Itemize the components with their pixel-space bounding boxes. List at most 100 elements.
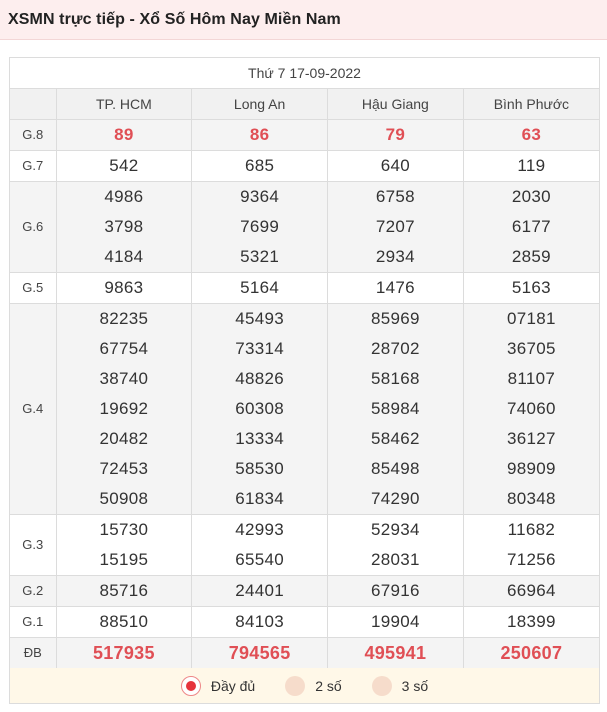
page-header: XSMN trực tiếp - Xổ Số Hôm Nay Miền Nam	[0, 0, 607, 40]
prize-number: 72453	[99, 458, 149, 478]
prize-cell: 79	[327, 119, 464, 151]
prize-cell: 18399	[463, 606, 599, 638]
province-header: Bình Phước	[463, 89, 599, 120]
prize-number: 07181	[506, 308, 556, 328]
prize-label: G.7	[10, 150, 57, 182]
prize-number: 15195	[99, 549, 149, 569]
prize-cell: 495941	[327, 637, 464, 669]
prize-number: 36127	[506, 428, 556, 448]
page-title: XSMN trực tiếp - Xổ Số Hôm Nay Miền Nam	[8, 10, 341, 28]
prize-number: 7699	[240, 216, 280, 236]
prize-number: 794565	[228, 642, 291, 663]
prize-cell: 9863	[56, 272, 193, 304]
prize-cell: 66964	[463, 575, 599, 607]
prize-cell: 07181 36705 81107 74060 36127 98909 80348	[463, 303, 599, 515]
prize-cell: 84103	[191, 606, 328, 638]
prize-cell: 11682 71256	[463, 514, 599, 576]
prize-number: 19692	[99, 398, 149, 418]
prize-number: 63	[521, 124, 542, 144]
prize-number: 5164	[240, 277, 280, 297]
prize-cell: 9364 7699 5321	[191, 181, 328, 273]
radio-icon[interactable]	[285, 675, 306, 696]
prize-number: 36705	[506, 338, 556, 358]
radio-icon[interactable]	[371, 675, 392, 696]
prize-cell: 24401	[191, 575, 328, 607]
prize-cell: 42993 65540	[191, 514, 328, 576]
prize-number: 74290	[370, 488, 420, 508]
prize-number: 5163	[511, 277, 551, 297]
results-table-container: Thứ 7 17-09-2022 TP. HCM Long An Hậu Gia…	[9, 57, 600, 669]
prize-cell: 119	[463, 150, 599, 182]
prize-row: G.8 89 86 79 63	[10, 119, 599, 151]
prize-number: 517935	[92, 642, 155, 663]
prize-cell: 5164	[191, 272, 328, 304]
prize-row: G.7 542 685 640 119	[10, 150, 599, 182]
prize-number: 119	[517, 155, 546, 175]
prize-cell: 85969 28702 58168 58984 58462 85498 74290	[327, 303, 464, 515]
prize-row: G.1 88510 84103 19904 18399	[10, 606, 599, 638]
prize-cell: 15730 15195	[56, 514, 193, 576]
prize-number: 640	[380, 155, 410, 175]
prize-number: 38740	[99, 368, 149, 388]
prize-number: 74060	[506, 398, 556, 418]
option-label: Đầy đủ	[210, 677, 256, 694]
prize-number: 98909	[506, 458, 556, 478]
prize-number: 85969	[370, 308, 420, 328]
prize-number: 3798	[104, 216, 144, 236]
prize-cell: 5163	[463, 272, 599, 304]
prize-cell: 45493 73314 48826 60308 13334 58530 61834	[191, 303, 328, 515]
prize-cell: 542	[56, 150, 193, 182]
prize-cell: 52934 28031	[327, 514, 464, 576]
prize-number: 2859	[511, 246, 551, 266]
prize-number: 85498	[370, 458, 420, 478]
prize-label: G.1	[10, 606, 57, 638]
prize-number: 4986	[104, 186, 144, 206]
prize-number: 85716	[99, 580, 149, 600]
prize-number: 19904	[370, 611, 420, 631]
prize-number: 42993	[235, 519, 285, 539]
prize-cell: 250607	[463, 637, 599, 669]
prize-number: 67754	[99, 338, 149, 358]
prize-number: 250607	[500, 642, 563, 663]
prize-cell: 85716	[56, 575, 193, 607]
prize-number: 9364	[240, 186, 280, 206]
prize-cell: 1476	[327, 272, 464, 304]
prize-number: 6177	[511, 216, 551, 236]
prize-label: G.3	[10, 514, 57, 576]
prize-number: 65540	[235, 549, 285, 569]
prize-number: 685	[244, 155, 275, 175]
prize-number: 28702	[370, 338, 420, 358]
prize-label: G.2	[10, 575, 57, 607]
prize-row: G.4 82235 67754 38740 19692 20482 72453 50908 45…	[10, 303, 599, 515]
prize-number: 82235	[99, 308, 149, 328]
prize-number: 15730	[99, 519, 149, 539]
prize-cell: 6758 7207 2934	[327, 181, 464, 273]
prize-number: 66964	[506, 580, 556, 600]
option-label: 2 số	[315, 677, 342, 694]
display-options: Đầy đủ 2 số 3 số	[9, 668, 600, 704]
prize-number: 58530	[235, 458, 285, 478]
prize-rows: G.8 89 86 79 63 G.7 542 685 640 119 G.6 4986 3798 418…	[10, 119, 599, 669]
prize-cell: 19904	[327, 606, 464, 638]
prize-number: 7207	[375, 216, 415, 236]
prize-number: 89	[114, 124, 134, 144]
option-3-digits[interactable]: 3 số	[371, 675, 428, 696]
prize-row: ĐB 517935 794565 495941 250607	[10, 637, 599, 669]
results-table: TP. HCM Long An Hậu Giang Bình Phước G.8…	[10, 89, 599, 669]
prize-number: 2934	[375, 246, 415, 266]
prize-number: 6758	[375, 186, 415, 206]
option-full[interactable]: Đầy đủ	[180, 675, 256, 696]
prize-row: G.6 4986 3798 4184 9364 7699 5321 6758 7207 2934 2…	[10, 181, 599, 273]
prize-number: 18399	[506, 611, 556, 631]
radio-selected-icon[interactable]	[180, 675, 201, 696]
prize-label: G.6	[10, 181, 57, 273]
prize-cell: 89	[56, 119, 193, 151]
option-2-digits[interactable]: 2 số	[285, 675, 342, 696]
prize-number: 58984	[370, 398, 420, 418]
prize-number: 495941	[364, 642, 427, 663]
prize-number: 50908	[99, 488, 149, 508]
prize-cell: 685	[191, 150, 328, 182]
prize-number: 2030	[511, 186, 551, 206]
prize-number: 4184	[104, 246, 144, 266]
prize-label: G.5	[10, 272, 57, 304]
